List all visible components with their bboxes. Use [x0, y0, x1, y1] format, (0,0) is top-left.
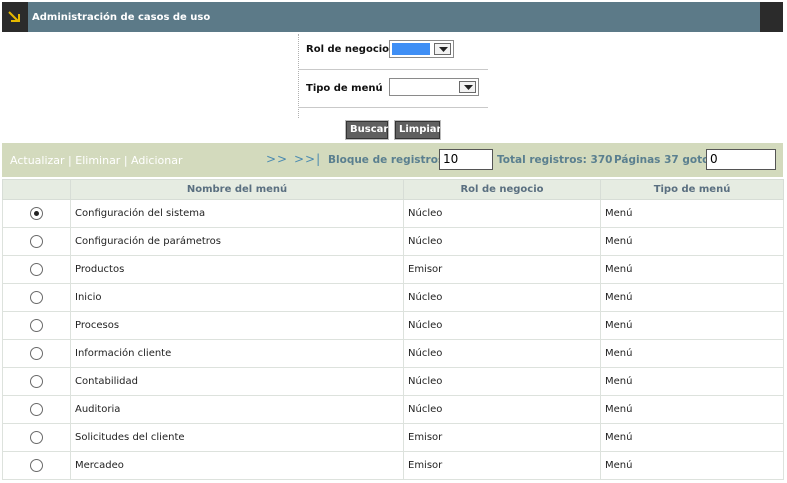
rol-negocio-label: Rol de negocio: [306, 44, 390, 55]
table-row[interactable]: Configuración del sistema Núcleo Menú: [2, 199, 784, 228]
cell-rol: Emisor: [403, 451, 601, 480]
grid-toolbar: Actualizar | Eliminar | Adicionar >> >>|…: [2, 143, 783, 177]
cell-nombre: Inicio: [70, 283, 404, 312]
next-page-button[interactable]: >>: [266, 152, 288, 166]
cell-nombre: Mercadeo: [70, 451, 404, 480]
row-radio-cell: [2, 367, 71, 396]
row-select-radio[interactable]: [30, 403, 43, 416]
table-row[interactable]: Productos Emisor Menú: [2, 255, 784, 284]
cell-rol: Núcleo: [403, 339, 601, 368]
cell-tipo: Menú: [600, 367, 784, 396]
filter-row-separator: [298, 69, 488, 70]
cell-rol: Emisor: [403, 423, 601, 452]
row-radio-cell: [2, 395, 71, 424]
bloque-input[interactable]: 10: [439, 149, 493, 170]
chevron-down-icon[interactable]: [434, 43, 451, 55]
table-row[interactable]: Inicio Núcleo Menú: [2, 283, 784, 312]
link-separator: |: [64, 154, 76, 167]
table-header-row: Nombre del menú Rol de negocio Tipo de m…: [2, 179, 784, 200]
app-logo-icon: [2, 2, 28, 32]
column-header-select: [2, 179, 71, 200]
selected-option: [392, 43, 430, 55]
title-bar-endcap: [760, 2, 783, 32]
row-radio-cell: [2, 227, 71, 256]
row-radio-cell: [2, 283, 71, 312]
cell-nombre: Auditoria: [70, 395, 404, 424]
buscar-button[interactable]: Buscar: [345, 120, 389, 140]
title-bar: Administración de casos de uso: [2, 2, 783, 32]
row-radio-cell: [2, 451, 71, 480]
row-radio-cell: [2, 423, 71, 452]
action-links: Actualizar | Eliminar | Adicionar: [10, 154, 183, 167]
goto-input[interactable]: 0: [706, 149, 776, 170]
paginas-label: Páginas 37 goto:: [614, 154, 714, 166]
row-select-radio[interactable]: [30, 263, 43, 276]
cell-rol: Emisor: [403, 255, 601, 284]
cell-tipo: Menú: [600, 311, 784, 340]
link-separator: |: [120, 154, 132, 167]
column-header-tipo[interactable]: Tipo de menú: [600, 179, 784, 200]
actualizar-link[interactable]: Actualizar: [10, 154, 65, 167]
table-row[interactable]: Mercadeo Emisor Menú: [2, 451, 784, 480]
table-row[interactable]: Configuración de parámetros Núcleo Menú: [2, 227, 784, 256]
cell-nombre: Información cliente: [70, 339, 404, 368]
table-row[interactable]: Información cliente Núcleo Menú: [2, 339, 784, 368]
filter-row-separator: [298, 107, 488, 108]
total-registros-label: Total registros: 370: [497, 154, 613, 166]
cell-rol: Núcleo: [403, 395, 601, 424]
cell-tipo: Menú: [600, 199, 784, 228]
row-radio-cell: [2, 255, 71, 284]
table-body: Configuración del sistema Núcleo Menú Confi…: [2, 199, 784, 480]
row-select-radio[interactable]: [30, 319, 43, 332]
column-header-nombre[interactable]: Nombre del menú: [70, 179, 404, 200]
rol-negocio-select[interactable]: [389, 40, 454, 58]
row-select-radio[interactable]: [30, 235, 43, 248]
cell-rol: Núcleo: [403, 367, 601, 396]
cell-nombre: Contabilidad: [70, 367, 404, 396]
cell-nombre: Productos: [70, 255, 404, 284]
cell-nombre: Configuración de parámetros: [70, 227, 404, 256]
cell-tipo: Menú: [600, 339, 784, 368]
tipo-menu-label: Tipo de menú: [306, 83, 383, 94]
row-select-radio[interactable]: [30, 347, 43, 360]
tipo-menu-select[interactable]: [389, 78, 479, 96]
cell-nombre: Solicitudes del cliente: [70, 423, 404, 452]
row-select-radio[interactable]: [30, 375, 43, 388]
row-select-radio[interactable]: [30, 291, 43, 304]
table-row[interactable]: Solicitudes del cliente Emisor Menú: [2, 423, 784, 452]
cell-tipo: Menú: [600, 227, 784, 256]
chevron-down-icon[interactable]: [459, 81, 476, 93]
table-row[interactable]: Auditoria Núcleo Menú: [2, 395, 784, 424]
cell-rol: Núcleo: [403, 311, 601, 340]
cell-tipo: Menú: [600, 451, 784, 480]
filter-divider: [298, 34, 299, 118]
cell-rol: Núcleo: [403, 199, 601, 228]
cell-nombre: Procesos: [70, 311, 404, 340]
cell-nombre: Configuración del sistema: [70, 199, 404, 228]
row-radio-cell: [2, 199, 71, 228]
adicionar-link[interactable]: Adicionar: [131, 154, 182, 167]
cell-tipo: Menú: [600, 395, 784, 424]
row-select-radio[interactable]: [30, 207, 43, 220]
row-radio-cell: [2, 311, 71, 340]
cell-rol: Núcleo: [403, 283, 601, 312]
page-title: Administración de casos de uso: [32, 12, 211, 23]
row-select-radio[interactable]: [30, 459, 43, 472]
cell-tipo: Menú: [600, 283, 784, 312]
row-select-radio[interactable]: [30, 431, 43, 444]
last-page-button[interactable]: >>|: [294, 152, 321, 166]
bloque-label: Bloque de registros:: [328, 154, 449, 166]
cell-rol: Núcleo: [403, 227, 601, 256]
cell-tipo: Menú: [600, 255, 784, 284]
cell-tipo: Menú: [600, 423, 784, 452]
table-row[interactable]: Procesos Núcleo Menú: [2, 311, 784, 340]
eliminar-link[interactable]: Eliminar: [75, 154, 120, 167]
row-radio-cell: [2, 339, 71, 368]
results-table: Nombre del menú Rol de negocio Tipo de m…: [2, 179, 784, 480]
table-row[interactable]: Contabilidad Núcleo Menú: [2, 367, 784, 396]
column-header-rol[interactable]: Rol de negocio: [403, 179, 601, 200]
limpiar-button[interactable]: Limpiar: [394, 120, 442, 140]
